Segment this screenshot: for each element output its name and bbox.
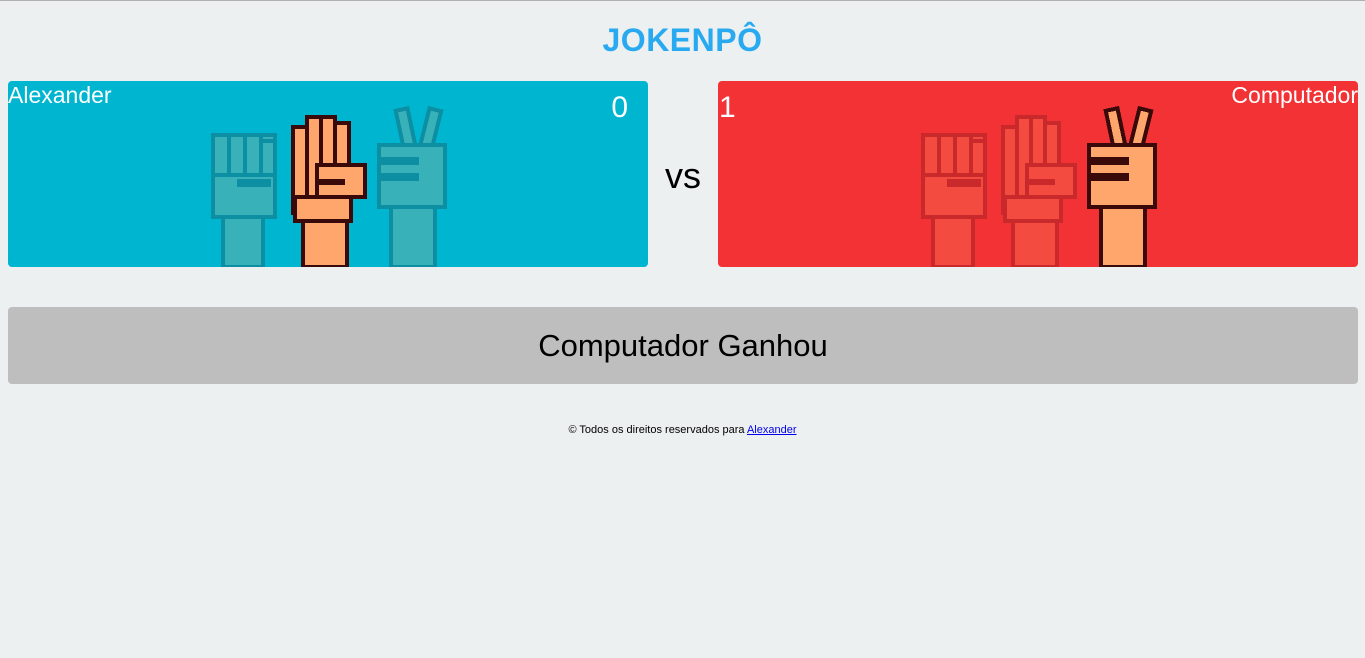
player-scissors-icon[interactable]: [371, 105, 451, 267]
player-panel: Alexander 0: [8, 81, 648, 267]
computer-scissors-icon: [1081, 105, 1161, 267]
footer-author-link[interactable]: Alexander: [747, 424, 797, 436]
player-rock-icon[interactable]: [203, 105, 283, 267]
player-name: Alexander: [8, 82, 112, 108]
computer-choices: [913, 105, 1173, 267]
footer-text: © Todos os direitos reservados para: [568, 424, 747, 436]
computer-score: 1: [719, 91, 736, 124]
player-score: 0: [611, 91, 628, 124]
page-title: JOKENPÔ: [602, 22, 763, 58]
player-paper-icon[interactable]: [287, 105, 367, 267]
footer: © Todos os direitos reservados para Alex…: [0, 424, 1365, 436]
window-top-border: [0, 0, 1365, 1]
vs-label: vs: [665, 155, 701, 196]
computer-paper-icon: [997, 105, 1077, 267]
computer-name: Computador: [1231, 82, 1358, 108]
result-banner: Computador Ganhou: [8, 307, 1358, 384]
computer-panel: Computador 1: [718, 81, 1358, 267]
player-choices: [203, 105, 463, 267]
computer-rock-icon: [913, 105, 993, 267]
result-text: Computador Ganhou: [538, 327, 828, 363]
